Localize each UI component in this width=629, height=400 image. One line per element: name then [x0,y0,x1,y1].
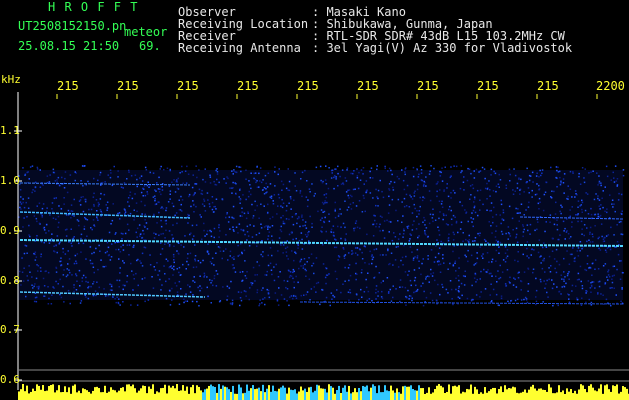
time-tick-label: 215 [357,79,379,93]
antenna-label: Receiving Antenna [178,41,301,55]
freq-tick-label: 0.6 [0,373,20,386]
bottom-signal-strip [18,384,629,400]
mode-label: meteor [124,25,168,39]
time-tick-label: 215 [477,79,499,93]
time-tick-label: 215 [537,79,559,93]
antenna-value: : 3el Yagi(V) Az 330 for Vladivostok [312,41,573,55]
time-tick-label: 2200 [596,79,625,93]
spectrogram-waterfall [14,92,629,400]
app-title: H R O F F T [48,0,139,14]
freq-tick-label: 0.9 [0,224,20,237]
timestamp: 25.08.15 21:50 [18,39,120,53]
freq-tick-label: 0.7 [0,323,20,336]
count-value: 69. [139,39,161,53]
freq-unit-label: kHz [1,73,21,86]
time-tick-label: 215 [237,79,259,93]
time-tick-label: 215 [297,79,319,93]
time-tick-label: 215 [117,79,139,93]
image-filename: UT2508152150.pn [18,19,127,33]
time-tick-label: 215 [417,79,439,93]
time-axis-ticks [56,94,598,99]
freq-tick-label: 1.0 [0,174,20,187]
time-tick-label: 215 [57,79,79,93]
freq-tick-label: 1.1 [0,124,20,137]
time-tick-label: 215 [177,79,199,93]
freq-tick-label: 0.8 [0,274,20,287]
noise-layer [18,165,625,307]
